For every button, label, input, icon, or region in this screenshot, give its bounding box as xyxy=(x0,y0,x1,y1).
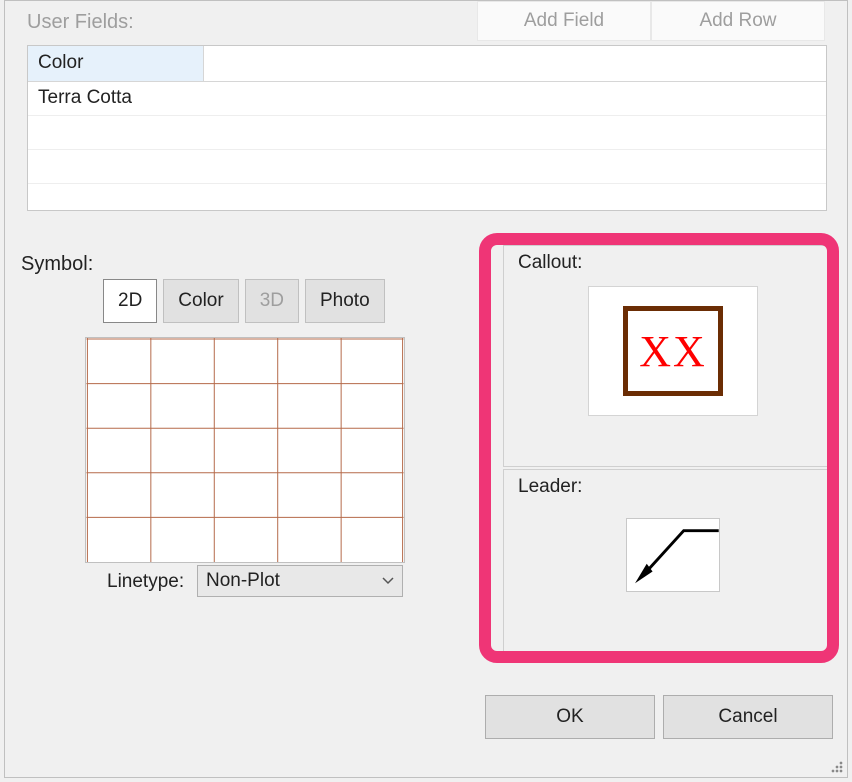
leader-preview-button[interactable] xyxy=(626,518,720,592)
callout-symbol-box: XX xyxy=(623,306,723,396)
column-header-empty xyxy=(204,46,826,81)
tab-photo[interactable]: Photo xyxy=(305,279,385,323)
tab-color[interactable]: Color xyxy=(163,279,238,323)
dialog-window: User Fields: Add Field Add Row Color Ter… xyxy=(4,0,848,778)
callout-label: Callout: xyxy=(518,252,582,274)
linetype-label: Linetype: xyxy=(107,571,184,593)
user-fields-table[interactable]: Color Terra Cotta xyxy=(27,45,827,211)
cancel-button[interactable]: Cancel xyxy=(663,695,833,739)
callout-text: XX xyxy=(639,326,707,377)
column-header-color[interactable]: Color xyxy=(28,46,204,81)
cell-empty xyxy=(204,82,826,115)
leader-label: Leader: xyxy=(518,476,582,498)
symbol-section-label: Symbol: xyxy=(21,253,93,276)
callout-group: Callout: XX xyxy=(503,245,829,467)
chevron-down-icon xyxy=(382,575,394,587)
table-row-empty[interactable] xyxy=(28,150,826,184)
user-fields-label: User Fields: xyxy=(27,11,134,34)
resize-grip-icon[interactable] xyxy=(829,759,845,775)
table-header-row: Color xyxy=(28,46,826,82)
add-field-button[interactable]: Add Field xyxy=(477,1,651,41)
table-row-empty[interactable] xyxy=(28,116,826,150)
linetype-value: Non-Plot xyxy=(206,570,280,592)
cell-value[interactable]: Terra Cotta xyxy=(28,82,204,115)
symbol-preview-grid[interactable] xyxy=(85,337,405,563)
tab-3d[interactable]: 3D xyxy=(245,279,299,323)
arrow-down-left-icon xyxy=(627,519,719,591)
linetype-dropdown[interactable]: Non-Plot xyxy=(197,565,403,597)
tab-2d[interactable]: 2D xyxy=(103,279,157,323)
callout-preview-button[interactable]: XX xyxy=(588,286,758,416)
leader-group: Leader: xyxy=(503,469,829,653)
symbol-tabs: 2D Color 3D Photo xyxy=(103,279,385,323)
table-row[interactable]: Terra Cotta xyxy=(28,82,826,116)
ok-button[interactable]: OK xyxy=(485,695,655,739)
add-row-button[interactable]: Add Row xyxy=(651,1,825,41)
